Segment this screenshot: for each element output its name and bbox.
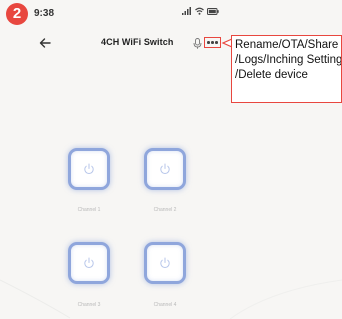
- callout-line: /Logs/Inching Settings: [235, 54, 342, 66]
- wifi-icon: [195, 7, 204, 15]
- device-page: 2 9:38 4CH WiFi Switch Rename/OTA/Share …: [0, 0, 342, 319]
- channel-1-label: Channel 1: [77, 207, 101, 213]
- power-icon: [84, 163, 94, 175]
- power-icon: [160, 257, 170, 269]
- status-icons: [182, 7, 219, 15]
- step-badge: 2: [6, 3, 28, 25]
- callout-line: Rename/OTA/Share: [235, 39, 339, 51]
- power-icon: [84, 257, 94, 269]
- channel-4-label: Channel 4: [153, 302, 177, 308]
- status-time: 9:38: [34, 8, 55, 19]
- channel-1-switch[interactable]: [68, 148, 110, 190]
- battery-icon: [207, 7, 219, 15]
- callout-box: Rename/OTA/Share /Logs/Inching Settings …: [231, 35, 342, 103]
- page-title: 4CH WiFi Switch: [101, 37, 174, 47]
- channel-3-switch[interactable]: [68, 242, 110, 284]
- more-dot: [215, 41, 218, 44]
- signal-icon: [182, 7, 191, 15]
- power-icon: [160, 163, 170, 175]
- microphone-icon[interactable]: [193, 38, 202, 49]
- more-dots-icon: [207, 41, 210, 44]
- callout-line: /Delete device: [235, 69, 308, 81]
- channel-4-switch[interactable]: [144, 242, 186, 284]
- channel-2-switch[interactable]: [144, 148, 186, 190]
- more-options-button[interactable]: [204, 37, 221, 48]
- arrow-left-icon[interactable]: [38, 36, 52, 50]
- more-dot: [211, 41, 214, 44]
- channel-3-label: Channel 3: [77, 302, 101, 308]
- channel-2-label: Channel 2: [153, 207, 177, 213]
